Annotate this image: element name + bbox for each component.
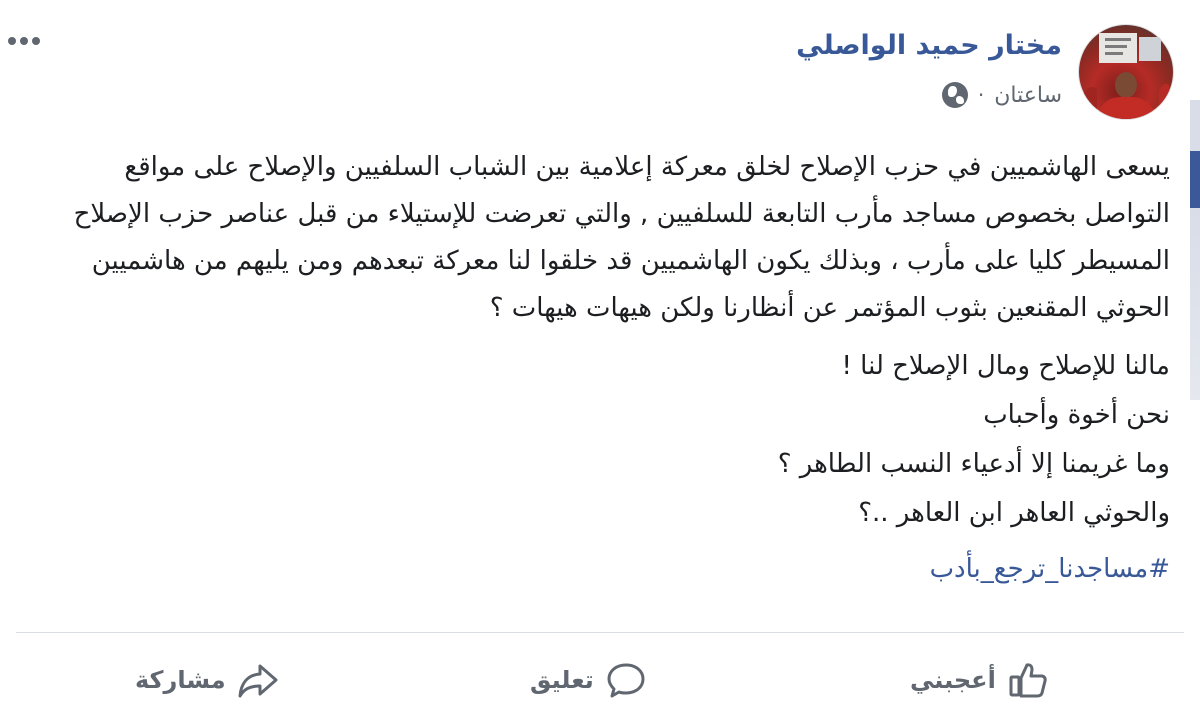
more-options-button[interactable] <box>8 26 52 56</box>
hashtag-link[interactable]: #مساجدنا_ترجع_بأدب <box>48 544 1170 594</box>
comment-button[interactable]: تعليق <box>530 660 646 700</box>
post-line: والحوثي العاهر ابن العاهر ..؟ <box>858 498 1170 528</box>
post-line: مالنا للإصلاح ومال الإصلاح لنا ! <box>841 351 1170 381</box>
share-button[interactable]: مشاركة <box>135 660 278 700</box>
like-button[interactable]: أعجبني <box>910 660 1048 700</box>
post-meta: ساعتان · <box>941 82 1062 108</box>
share-arrow-icon <box>238 660 278 700</box>
share-label: مشاركة <box>135 666 226 694</box>
avatar-photo <box>1083 33 1173 119</box>
meta-separator: · <box>977 83 985 107</box>
post-paragraph: يسعى الهاشميين في حزب الإصلاح لخلق معركة… <box>73 152 1170 323</box>
facebook-post: مختار حميد الواصلي ساعتان · يسعى الهاشمي… <box>0 0 1200 726</box>
globe-icon[interactable] <box>941 82 968 108</box>
comment-label: تعليق <box>530 666 594 694</box>
post-line: نحن أخوة وأحباب <box>983 400 1170 430</box>
avatar[interactable] <box>1078 24 1174 120</box>
post-line: وما غريمنا إلا أدعياء النسب الطاهر ؟ <box>777 449 1170 479</box>
thumbs-up-icon <box>1008 660 1048 700</box>
more-options-icon <box>8 37 16 45</box>
comment-icon <box>606 660 646 700</box>
action-bar: أعجبني تعليق مشاركة <box>0 642 1200 722</box>
author-name[interactable]: مختار حميد الواصلي <box>796 30 1062 61</box>
action-divider <box>16 632 1184 633</box>
like-label: أعجبني <box>910 666 996 694</box>
side-panel-edge <box>1190 100 1200 400</box>
post-body: يسعى الهاشميين في حزب الإصلاح لخلق معركة… <box>48 144 1170 594</box>
post-timestamp[interactable]: ساعتان <box>994 83 1062 108</box>
